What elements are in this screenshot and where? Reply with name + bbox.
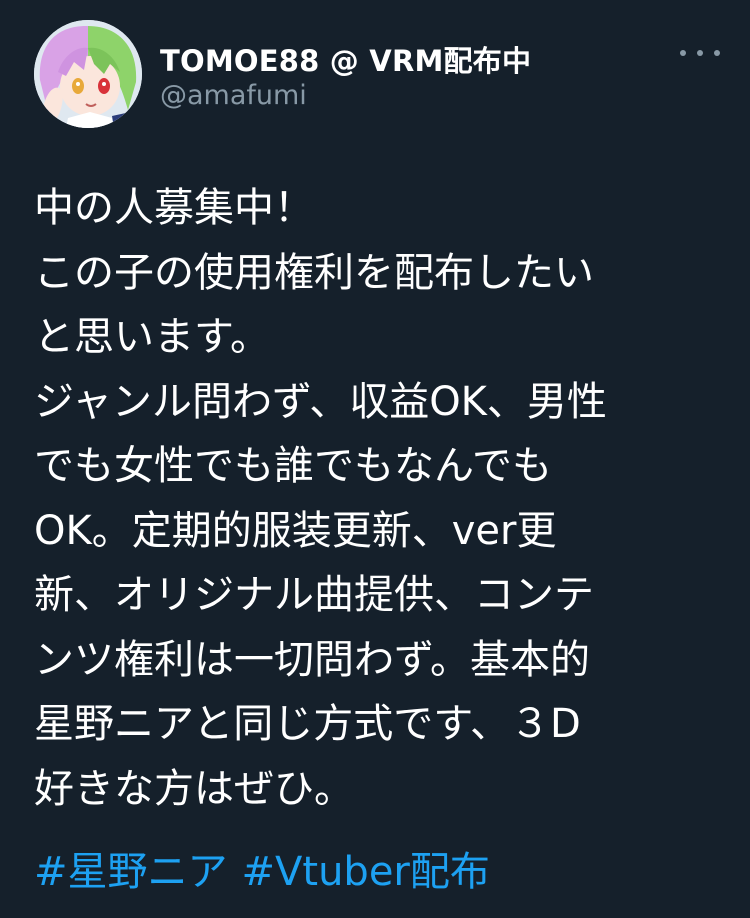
tweet-text-line: でも女性でも誰でもなんでも [34,443,552,489]
tweet-text-line: と思います。 [34,314,270,360]
more-horizontal-icon [680,50,686,56]
tweet-text-line: 新、オリジナル曲提供、コンテ [34,572,594,618]
tweet-text-line: 星野ニアと同じ方式です、３D [34,701,581,747]
hashtag-link[interactable]: #Vtuber配布 [242,849,490,895]
tweet-text-line: ジャンル問わず、収益OK、男性 [34,378,607,425]
tweet-text-line: この子の使用権利を配布したい [34,249,594,296]
more-options-button[interactable] [680,40,720,66]
more-horizontal-icon [714,50,720,56]
author-handle[interactable]: @amafumi [160,80,307,111]
tweet-text-line: 好きな方はぜひ。 [34,765,354,812]
tweet-text-line: OK。定期的服装更新、ver更 [34,507,557,554]
avatar-anime-character-icon [34,20,142,128]
author-display-name[interactable]: TOMOE88 @ VRM配布中 [160,38,531,80]
avatar[interactable] [34,20,142,128]
tweet-text: 中の人募集中！ この子の使用権利を配布したい と思います。 ジャンル問わず、収益… [34,176,724,821]
hashtag-list: #星野ニア #Vtuber配布 [34,840,490,904]
hashtag-link[interactable]: #星野ニア [34,849,228,895]
more-horizontal-icon [697,50,703,56]
tweet-text-line: ンツ権利は一切問わず。基本的 [34,636,590,683]
tweet-text-line: 中の人募集中！ [34,185,314,231]
tweet: TOMOE88 @ VRM配布中 @amafumi 中の人募集中！ この子の使用… [0,0,750,918]
